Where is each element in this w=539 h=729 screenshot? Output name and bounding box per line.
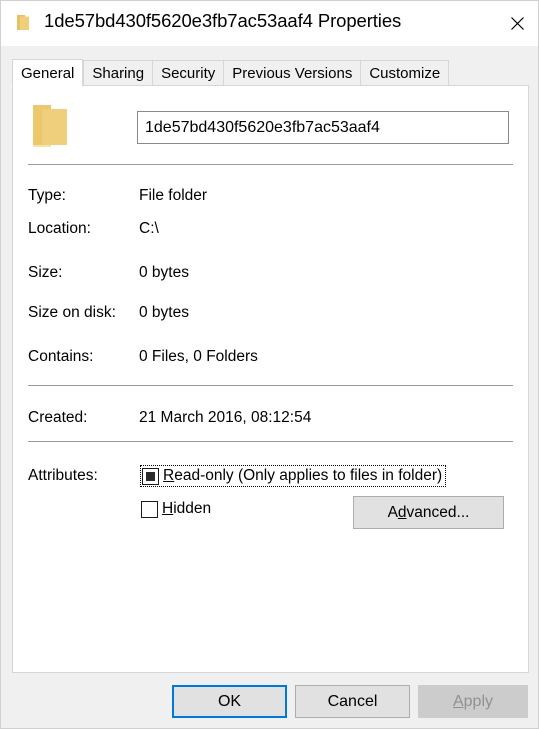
property-label: Location: <box>28 220 91 237</box>
property-label: Contains: <box>28 348 94 365</box>
tab-security-label: Security <box>161 64 216 82</box>
accelerator-letter: d <box>397 503 407 521</box>
accelerator-letter: R <box>163 467 175 484</box>
folder-name-input[interactable]: 1de57bd430f5620e3fb7ac53aaf4 <box>137 111 509 144</box>
property-label: Created: <box>28 409 88 426</box>
tab-sharing[interactable]: Sharing <box>83 60 153 86</box>
window-title: 1de57bd430f5620e3fb7ac53aaf4 Properties <box>44 10 402 31</box>
attributes-label: Attributes: <box>28 467 98 484</box>
property-value: 21 March 2016, 08:12:54 <box>139 409 312 426</box>
readonly-checkbox-label: Read-only (Only applies to files in fold… <box>163 467 442 485</box>
property-label: Type: <box>28 187 66 204</box>
apply-button-label: Apply <box>452 692 494 710</box>
tab-security[interactable]: Security <box>152 60 224 86</box>
folder-icon <box>15 13 35 33</box>
folder-icon <box>30 101 74 151</box>
advanced-button-label: Advanced... <box>387 503 470 521</box>
property-label: Size on disk: <box>28 304 116 321</box>
general-tab-panel <box>12 85 529 673</box>
hidden-checkbox[interactable]: Hidden <box>141 500 211 518</box>
property-value: C:\ <box>139 220 159 237</box>
title-bar: 1de57bd430f5620e3fb7ac53aaf4 Properties <box>1 1 538 46</box>
cancel-button[interactable]: Cancel <box>295 685 410 718</box>
advanced-button[interactable]: Advanced... <box>353 496 504 529</box>
accelerator-letter: A <box>452 692 464 710</box>
cancel-button-label: Cancel <box>327 692 378 710</box>
tab-strip: General Sharing Security Previous Versio… <box>12 58 450 87</box>
tab-customize[interactable]: Customize <box>360 60 450 86</box>
tab-previous-versions-label: Previous Versions <box>232 64 353 82</box>
property-value: 0 Files, 0 Folders <box>139 348 258 365</box>
ok-button-label: OK <box>217 692 242 710</box>
separator <box>28 164 513 165</box>
hidden-checkbox-label: Hidden <box>162 500 211 518</box>
hidden-checkbox-text: idden <box>173 500 212 517</box>
tab-general-label: General <box>21 64 75 82</box>
checkbox-indicator <box>142 467 159 485</box>
readonly-checkbox-text: ead-only (Only applies to files in folde… <box>174 467 443 484</box>
folder-properties-dialog: 1de57bd430f5620e3fb7ac53aaf4 Properties … <box>0 0 539 729</box>
tab-general[interactable]: General <box>12 59 84 87</box>
apply-button: Apply <box>418 685 528 718</box>
tab-previous-versions[interactable]: Previous Versions <box>223 60 361 86</box>
accelerator-letter: H <box>162 500 174 517</box>
property-value: File folder <box>139 187 208 204</box>
tab-sharing-label: Sharing <box>92 64 145 82</box>
checkbox-indicator <box>141 500 158 518</box>
close-icon[interactable] <box>494 1 538 46</box>
separator <box>28 441 513 442</box>
property-value: 0 bytes <box>139 264 189 281</box>
tab-customize-label: Customize <box>369 64 441 82</box>
property-value: 0 bytes <box>139 304 189 321</box>
property-label: Size: <box>28 264 63 281</box>
ok-button[interactable]: OK <box>172 685 287 718</box>
separator <box>28 385 513 386</box>
readonly-checkbox[interactable]: Read-only (Only applies to files in fold… <box>140 465 447 487</box>
